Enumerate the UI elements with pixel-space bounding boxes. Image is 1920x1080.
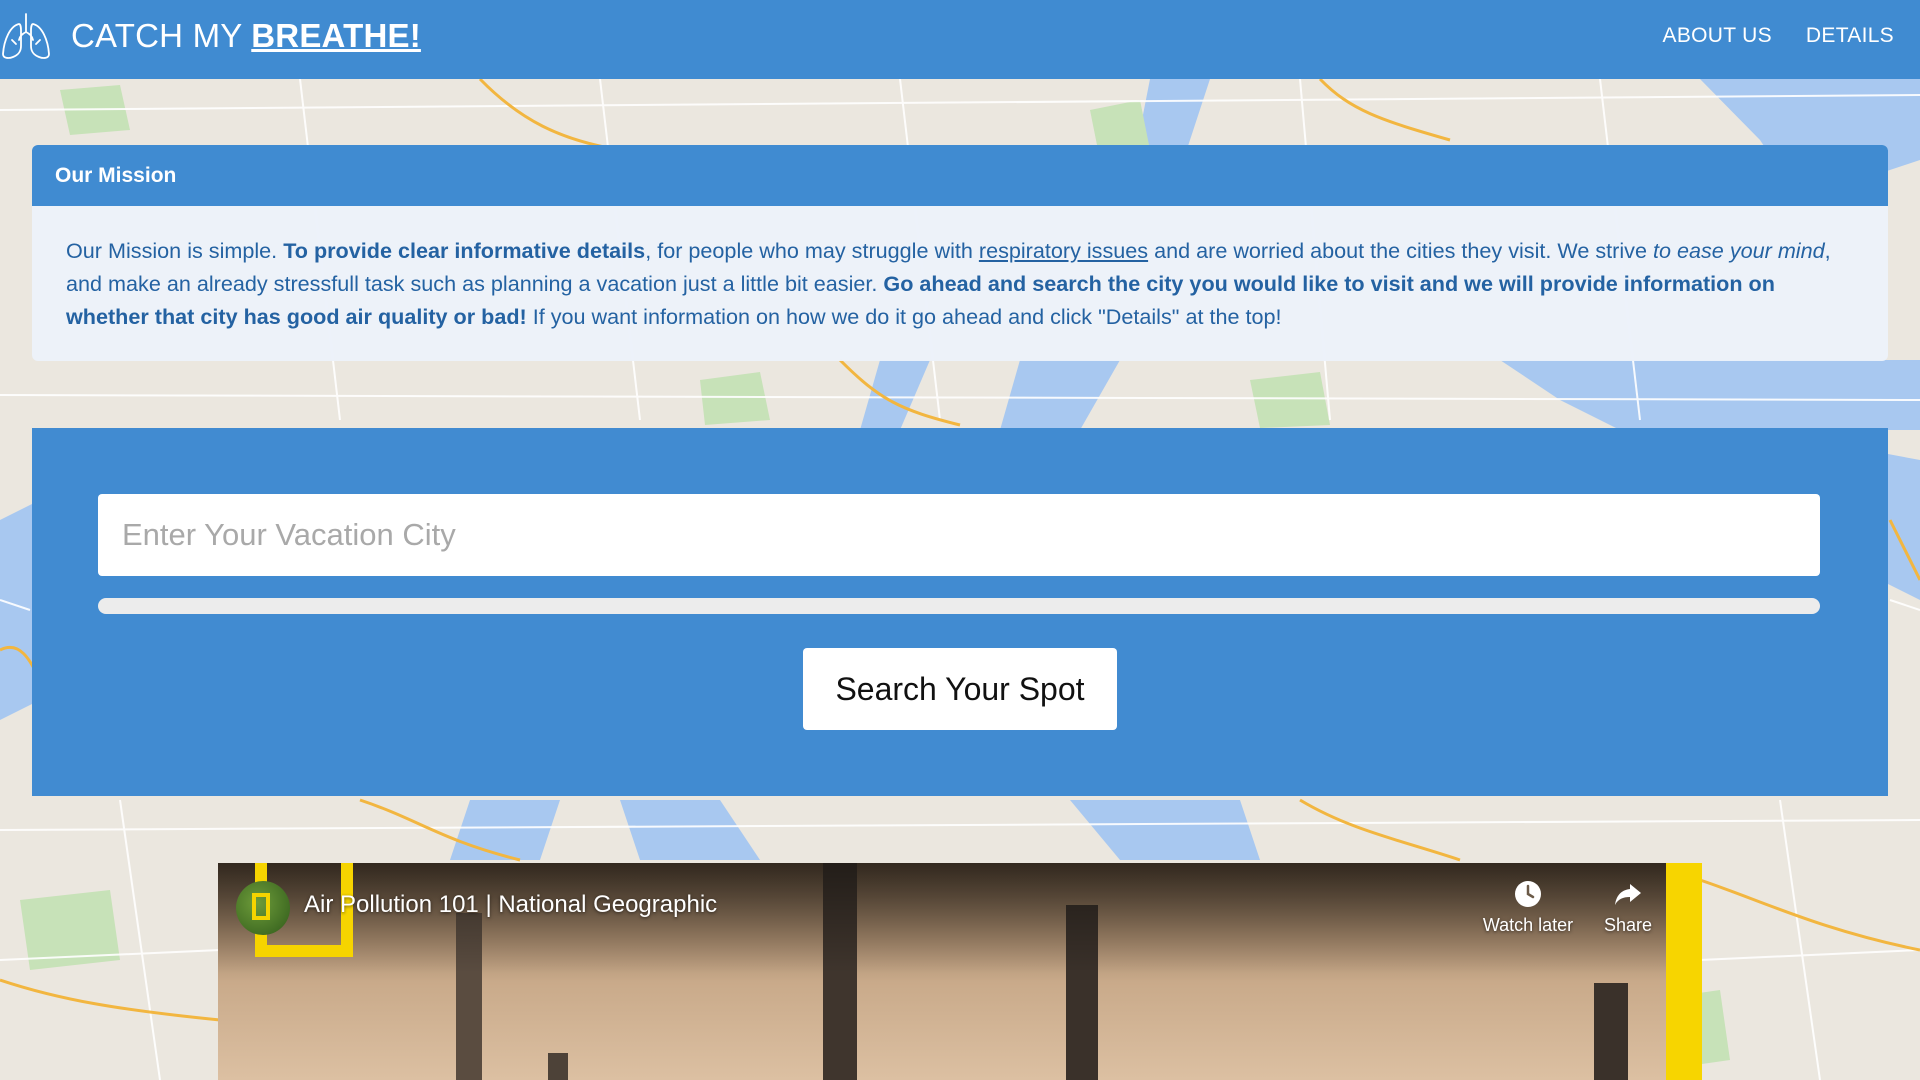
smokestack-graphic	[1594, 983, 1628, 1080]
share-button[interactable]: Share	[1583, 879, 1673, 936]
search-your-spot-button[interactable]: Search Your Spot	[803, 648, 1117, 730]
city-search-input[interactable]	[98, 494, 1820, 576]
nav-details-link[interactable]: DETAILS	[1806, 24, 1894, 48]
top-navbar: CATCH MY BREATHE! ABOUT US DETAILS	[0, 0, 1920, 79]
natgeo-logo-icon	[252, 893, 270, 920]
nav-links: ABOUT US DETAILS	[1663, 24, 1894, 48]
nav-about-us-link[interactable]: ABOUT US	[1663, 24, 1772, 48]
mission-text-audience: , for people who may struggle with	[645, 238, 979, 263]
smokestack-graphic	[548, 1053, 568, 1080]
mission-text-intro: Our Mission is simple.	[66, 238, 284, 263]
mission-text-details-hint: If you want information on how we do it …	[526, 304, 1282, 329]
brand-title-accent[interactable]: BREATHE!	[251, 17, 421, 54]
mission-text-italic: to ease your mind	[1652, 238, 1825, 263]
share-label: Share	[1603, 915, 1653, 935]
search-progress-bar	[98, 598, 1820, 614]
mission-text-cities: and are worried about the cities they vi…	[1148, 238, 1653, 263]
brand-title[interactable]: CATCH MY BREATHE!	[71, 17, 421, 55]
mission-card: Our Mission Our Mission is simple. To pr…	[32, 145, 1888, 361]
brand-title-prefix: CATCH MY	[71, 17, 252, 54]
embedded-video[interactable]: Air Pollution 101 | National Geographic …	[218, 863, 1702, 1080]
clock-icon	[1515, 881, 1541, 907]
respiratory-issues-link[interactable]: respiratory issues	[979, 238, 1148, 263]
search-panel: Search Your Spot	[32, 428, 1888, 796]
mission-header: Our Mission	[32, 145, 1888, 206]
channel-avatar[interactable]	[236, 881, 290, 935]
mission-text-bold-goal: To provide clear informative details	[283, 238, 646, 263]
share-arrow-icon	[1615, 884, 1641, 905]
watch-later-button[interactable]: Watch later	[1473, 879, 1583, 936]
lungs-icon	[2, 13, 50, 59]
video-title[interactable]: Air Pollution 101 | National Geographic	[304, 891, 717, 919]
watch-later-label: Watch later	[1482, 915, 1574, 935]
mission-body: Our Mission is simple. To provide clear …	[32, 206, 1888, 333]
